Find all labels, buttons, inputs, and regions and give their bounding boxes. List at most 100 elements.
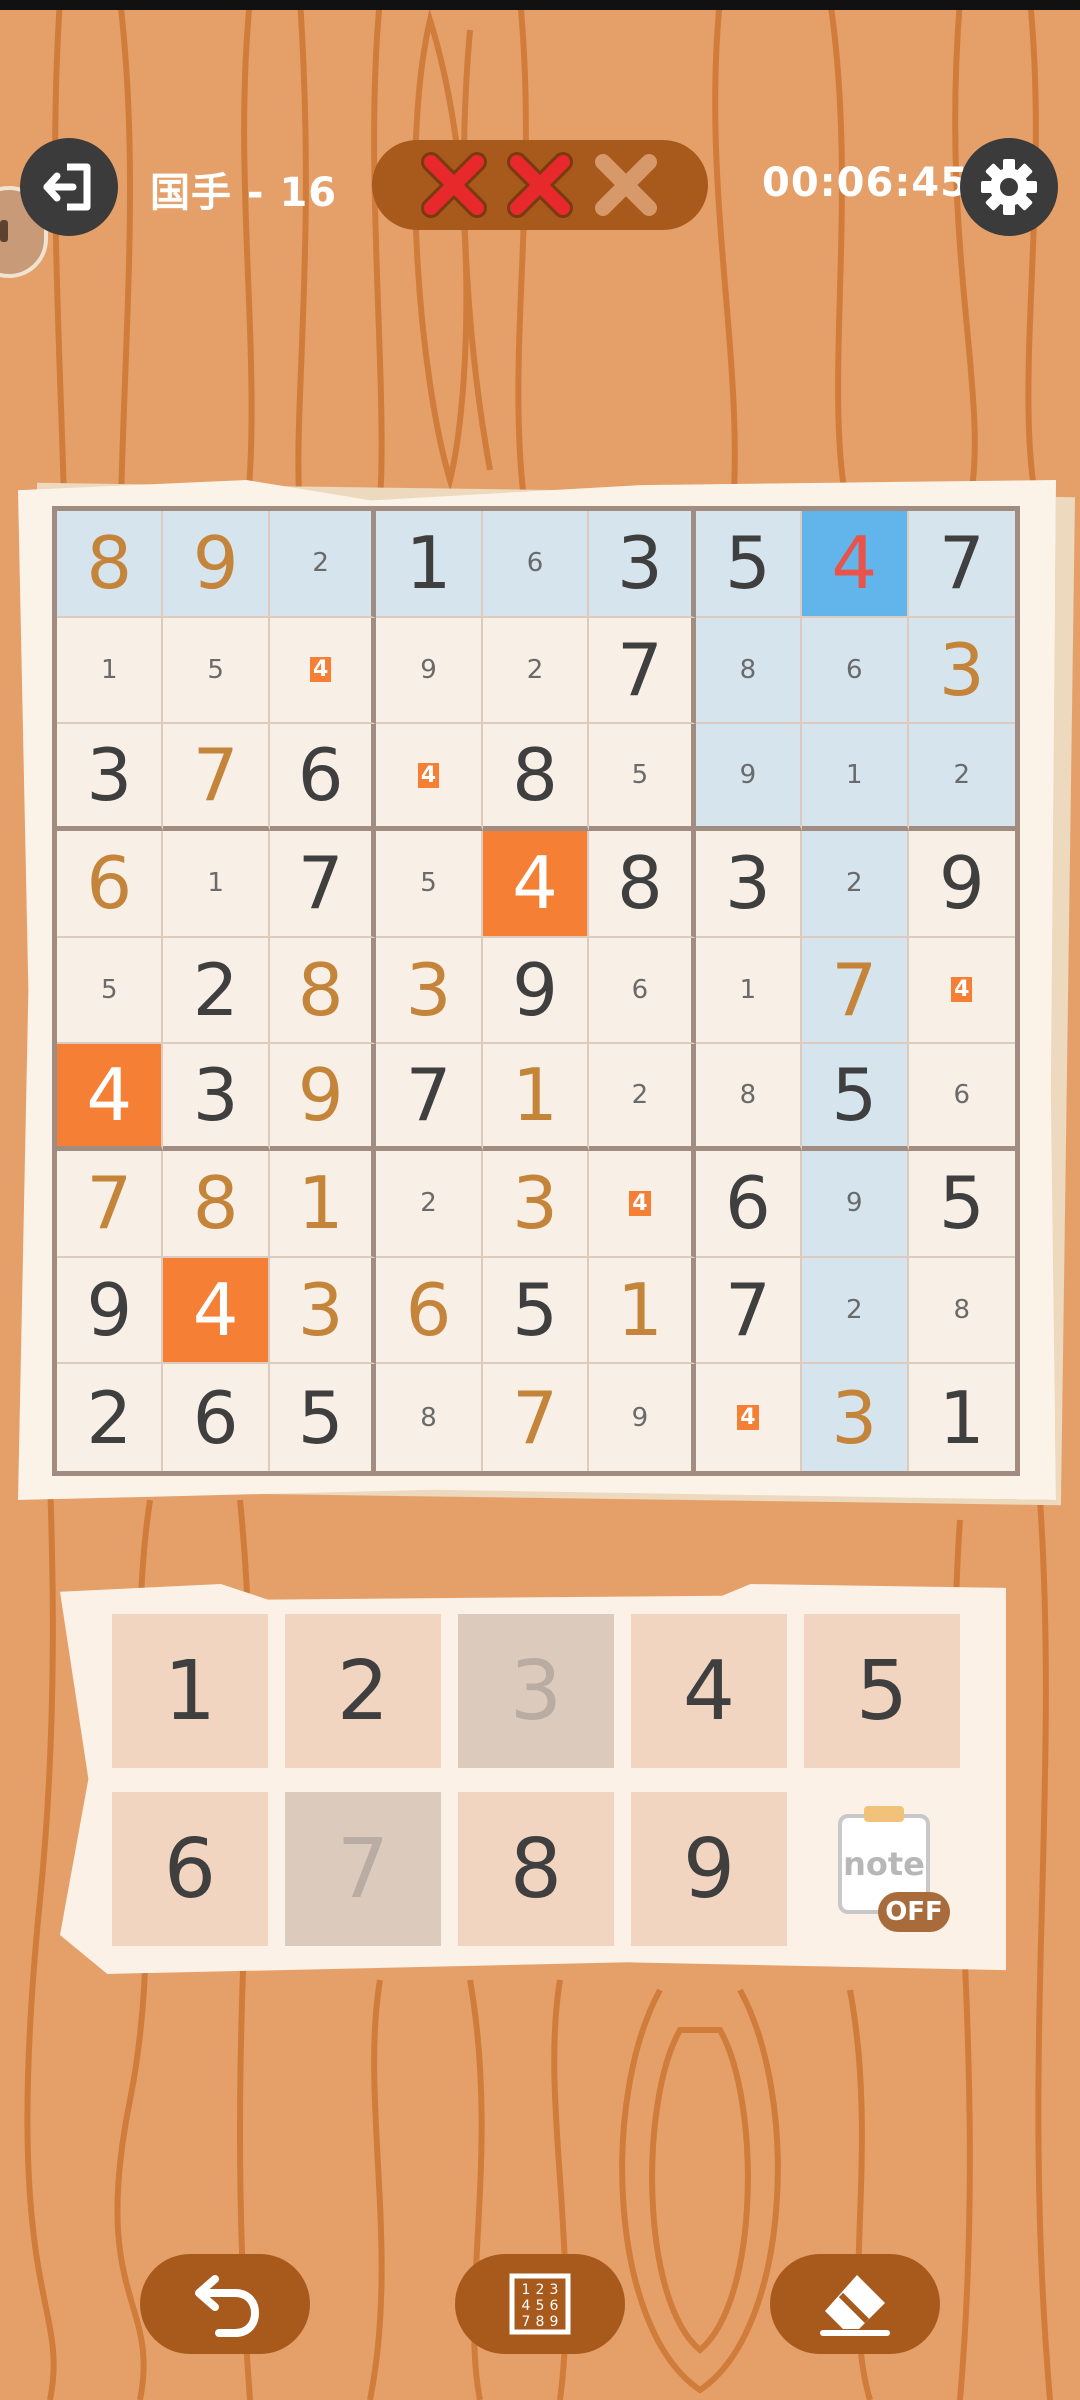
cell-r1-c1[interactable]: 8 bbox=[57, 511, 164, 618]
cell-r2-c3[interactable]: 4 bbox=[269, 617, 377, 725]
cell-r7-c7[interactable]: 6 bbox=[695, 1150, 803, 1258]
number-key-7[interactable]: 7 bbox=[285, 1792, 441, 1946]
cell-r9-c8[interactable]: 3 bbox=[802, 1364, 909, 1471]
cell-r5-c5[interactable]: 9 bbox=[482, 937, 590, 1045]
cell-r9-c6[interactable]: 9 bbox=[589, 1364, 696, 1471]
cell-r3-c8[interactable]: 1 bbox=[802, 724, 909, 831]
cell-r4-c4[interactable]: 5 bbox=[376, 830, 483, 938]
cell-r7-c5[interactable]: 3 bbox=[482, 1150, 590, 1258]
number-key-8[interactable]: 8 bbox=[458, 1792, 614, 1946]
cell-r7-c4[interactable]: 2 bbox=[376, 1150, 483, 1258]
cell-r8-c9[interactable]: 8 bbox=[908, 1257, 1015, 1365]
cell-r6-c2[interactable]: 3 bbox=[163, 1044, 270, 1151]
cell-r5-c8[interactable]: 7 bbox=[802, 937, 909, 1045]
cell-r1-c3[interactable]: 2 bbox=[269, 511, 377, 618]
cell-r1-c5[interactable]: 6 bbox=[482, 511, 590, 618]
cell-r3-c1[interactable]: 3 bbox=[57, 724, 164, 831]
undo-button[interactable] bbox=[140, 2254, 310, 2354]
cell-r9-c2[interactable]: 6 bbox=[163, 1364, 270, 1471]
cell-r4-c3[interactable]: 7 bbox=[269, 830, 377, 938]
auto-notes-button[interactable]: 123 456 789 bbox=[455, 2254, 625, 2354]
cell-r2-c4[interactable]: 9 bbox=[376, 617, 483, 725]
cell-r7-c2[interactable]: 8 bbox=[163, 1150, 270, 1258]
number-key-6[interactable]: 6 bbox=[112, 1792, 268, 1946]
cell-r5-c9[interactable]: 4 bbox=[908, 937, 1015, 1045]
cell-r3-c6[interactable]: 5 bbox=[589, 724, 696, 831]
cell-r1-c4[interactable]: 1 bbox=[376, 511, 483, 618]
cell-r4-c7[interactable]: 3 bbox=[695, 830, 803, 938]
cell-r9-c9[interactable]: 1 bbox=[908, 1364, 1015, 1471]
cell-r1-c2[interactable]: 9 bbox=[163, 511, 270, 618]
cell-r4-c8[interactable]: 2 bbox=[802, 830, 909, 938]
cell-r4-c2[interactable]: 1 bbox=[163, 830, 270, 938]
cell-r3-c4[interactable]: 4 bbox=[376, 724, 483, 831]
cell-r7-c3[interactable]: 1 bbox=[269, 1150, 377, 1258]
exit-button[interactable] bbox=[20, 138, 118, 236]
level-label: 国手 - 16 bbox=[150, 170, 338, 216]
cell-r3-c9[interactable]: 2 bbox=[908, 724, 1015, 831]
cell-r3-c7[interactable]: 9 bbox=[695, 724, 803, 831]
cell-r8-c4[interactable]: 6 bbox=[376, 1257, 483, 1365]
cell-r5-c3[interactable]: 8 bbox=[269, 937, 377, 1045]
cell-r4-c1[interactable]: 6 bbox=[57, 830, 164, 938]
cell-r5-c6[interactable]: 6 bbox=[589, 937, 696, 1045]
cell-r5-c7[interactable]: 1 bbox=[695, 937, 803, 1045]
cell-r1-c6[interactable]: 3 bbox=[589, 511, 696, 618]
cell-r2-c7[interactable]: 8 bbox=[695, 617, 803, 725]
cell-r1-c8[interactable]: 4 bbox=[802, 511, 909, 618]
cell-r8-c8[interactable]: 2 bbox=[802, 1257, 909, 1365]
cell-r7-c1[interactable]: 7 bbox=[57, 1150, 164, 1258]
cell-r4-c9[interactable]: 9 bbox=[908, 830, 1015, 938]
cell-r6-c6[interactable]: 2 bbox=[589, 1044, 696, 1151]
number-key-4[interactable]: 4 bbox=[631, 1614, 787, 1768]
cell-r3-c5[interactable]: 8 bbox=[482, 724, 590, 831]
cell-r4-c5[interactable]: 4 bbox=[482, 830, 590, 938]
cell-r5-c2[interactable]: 2 bbox=[163, 937, 270, 1045]
cell-r9-c4[interactable]: 8 bbox=[376, 1364, 483, 1471]
number-key-5[interactable]: 5 bbox=[804, 1614, 960, 1768]
cell-value: 7 bbox=[831, 947, 878, 1032]
cell-r1-c7[interactable]: 5 bbox=[695, 511, 803, 618]
cell-r2-c9[interactable]: 3 bbox=[908, 617, 1015, 725]
cell-r1-c9[interactable]: 7 bbox=[908, 511, 1015, 618]
cell-r2-c5[interactable]: 2 bbox=[482, 617, 590, 725]
cell-r8-c5[interactable]: 5 bbox=[482, 1257, 590, 1365]
number-key-1[interactable]: 1 bbox=[112, 1614, 268, 1768]
cell-r8-c6[interactable]: 1 bbox=[589, 1257, 696, 1365]
cell-r7-c9[interactable]: 5 bbox=[908, 1150, 1015, 1258]
erase-button[interactable] bbox=[770, 2254, 940, 2354]
cell-r2-c6[interactable]: 7 bbox=[589, 617, 696, 725]
cell-r9-c3[interactable]: 5 bbox=[269, 1364, 377, 1471]
number-key-3[interactable]: 3 bbox=[458, 1614, 614, 1768]
note-toggle-button[interactable]: note OFF bbox=[834, 1806, 954, 1946]
cell-r6-c7[interactable]: 8 bbox=[695, 1044, 803, 1151]
cell-r2-c1[interactable]: 1 bbox=[57, 617, 164, 725]
cell-r6-c9[interactable]: 6 bbox=[908, 1044, 1015, 1151]
cell-r5-c4[interactable]: 3 bbox=[376, 937, 483, 1045]
cell-r6-c5[interactable]: 1 bbox=[482, 1044, 590, 1151]
number-key-2[interactable]: 2 bbox=[285, 1614, 441, 1768]
cell-r8-c7[interactable]: 7 bbox=[695, 1257, 803, 1365]
cell-r2-c8[interactable]: 6 bbox=[802, 617, 909, 725]
cell-value: 7 bbox=[297, 841, 344, 926]
cell-r8-c3[interactable]: 3 bbox=[269, 1257, 377, 1365]
cell-r9-c7[interactable]: 4 bbox=[695, 1364, 803, 1471]
cell-r5-c1[interactable]: 5 bbox=[57, 937, 164, 1045]
cell-r4-c6[interactable]: 8 bbox=[589, 830, 696, 938]
cell-value: 1 bbox=[297, 1161, 344, 1246]
cell-r6-c1[interactable]: 4 bbox=[57, 1044, 164, 1151]
cell-r8-c2[interactable]: 4 bbox=[163, 1257, 270, 1365]
cell-r3-c2[interactable]: 7 bbox=[163, 724, 270, 831]
cell-r6-c8[interactable]: 5 bbox=[802, 1044, 909, 1151]
cell-r6-c4[interactable]: 7 bbox=[376, 1044, 483, 1151]
cell-r9-c1[interactable]: 2 bbox=[57, 1364, 164, 1471]
cell-r9-c5[interactable]: 7 bbox=[482, 1364, 590, 1471]
cell-r6-c3[interactable]: 9 bbox=[269, 1044, 377, 1151]
settings-button[interactable] bbox=[960, 138, 1058, 236]
number-key-9[interactable]: 9 bbox=[631, 1792, 787, 1946]
cell-r2-c2[interactable]: 5 bbox=[163, 617, 270, 725]
cell-r3-c3[interactable]: 6 bbox=[269, 724, 377, 831]
cell-r7-c8[interactable]: 9 bbox=[802, 1150, 909, 1258]
cell-r7-c6[interactable]: 4 bbox=[589, 1150, 696, 1258]
cell-r8-c1[interactable]: 9 bbox=[57, 1257, 164, 1365]
